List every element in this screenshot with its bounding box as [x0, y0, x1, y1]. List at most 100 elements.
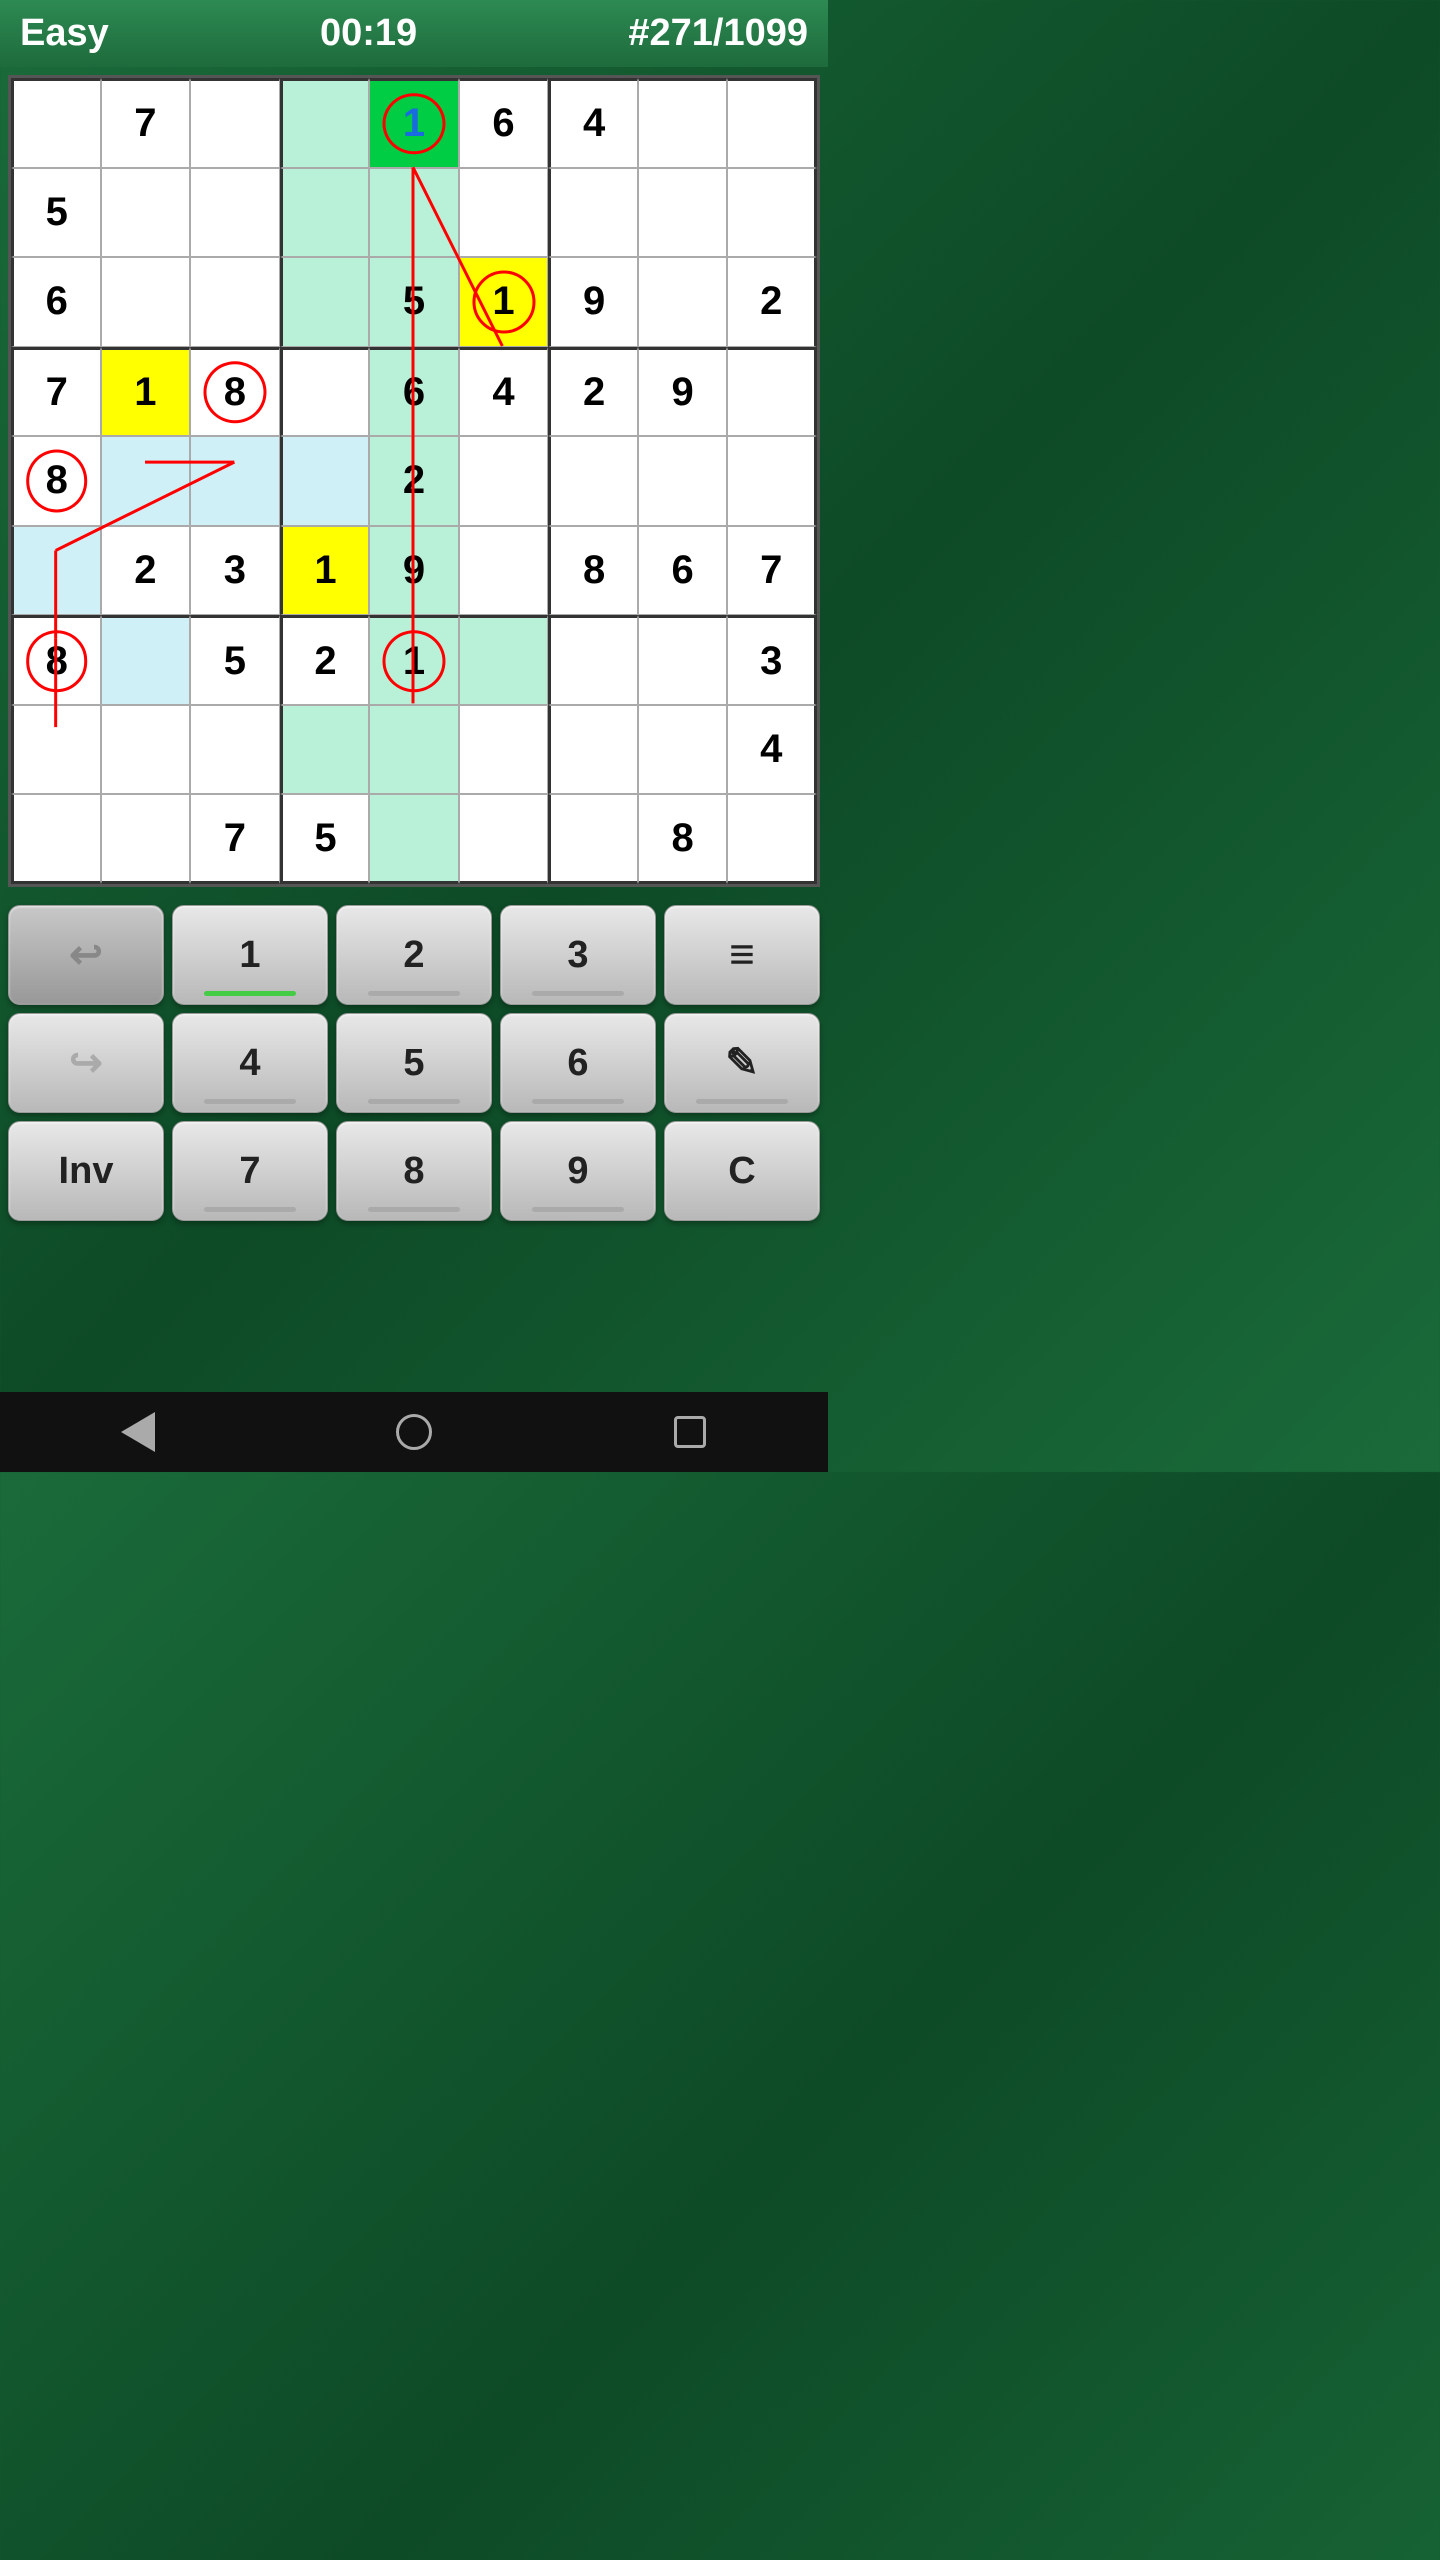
sudoku-cell[interactable] — [11, 78, 101, 168]
sudoku-cell[interactable] — [190, 436, 280, 526]
back-button[interactable] — [108, 1412, 168, 1452]
sudoku-cell[interactable] — [638, 705, 728, 795]
sudoku-cell[interactable] — [548, 168, 638, 258]
sudoku-cell[interactable] — [548, 436, 638, 526]
home-button[interactable] — [384, 1412, 444, 1452]
sudoku-cell[interactable]: 8 — [11, 615, 101, 705]
sudoku-cell[interactable] — [638, 436, 728, 526]
sudoku-cell[interactable] — [727, 168, 817, 258]
sudoku-cell[interactable] — [459, 705, 549, 795]
sudoku-cell[interactable]: 2 — [548, 347, 638, 437]
sudoku-cell[interactable]: 8 — [11, 436, 101, 526]
sudoku-cell[interactable] — [459, 526, 549, 616]
sudoku-cell[interactable]: 2 — [101, 526, 191, 616]
sudoku-cell[interactable] — [548, 705, 638, 795]
sudoku-cell[interactable] — [638, 615, 728, 705]
sudoku-cell[interactable]: 9 — [548, 257, 638, 347]
sudoku-cell[interactable] — [190, 168, 280, 258]
sudoku-cell[interactable] — [459, 168, 549, 258]
sudoku-cell[interactable] — [190, 78, 280, 168]
sudoku-cell[interactable] — [638, 168, 728, 258]
redo-button[interactable] — [8, 1013, 164, 1113]
sudoku-cell[interactable] — [459, 794, 549, 884]
sudoku-cell[interactable] — [459, 615, 549, 705]
num-4-button[interactable]: 4 — [172, 1013, 328, 1113]
sudoku-cell[interactable]: 9 — [638, 347, 728, 437]
sudoku-cell[interactable]: 5 — [11, 168, 101, 258]
clear-button[interactable]: C — [664, 1121, 820, 1221]
sudoku-cell[interactable] — [101, 705, 191, 795]
sudoku-cell[interactable] — [369, 705, 459, 795]
sudoku-cell[interactable]: 2 — [727, 257, 817, 347]
sudoku-cell[interactable]: 3 — [190, 526, 280, 616]
sudoku-cell[interactable] — [101, 794, 191, 884]
sudoku-cell[interactable] — [101, 257, 191, 347]
sudoku-cell[interactable]: 4 — [727, 705, 817, 795]
sudoku-cell[interactable]: 4 — [459, 347, 549, 437]
sudoku-cell[interactable] — [280, 257, 370, 347]
sudoku-cell[interactable] — [369, 168, 459, 258]
sudoku-cell[interactable] — [280, 78, 370, 168]
sudoku-cell[interactable] — [459, 436, 549, 526]
num-5-button[interactable]: 5 — [336, 1013, 492, 1113]
sudoku-cell[interactable]: 5 — [369, 257, 459, 347]
sudoku-cell[interactable] — [280, 705, 370, 795]
sudoku-cell[interactable]: 8 — [638, 794, 728, 884]
sudoku-cell[interactable]: 3 — [727, 615, 817, 705]
sudoku-cell[interactable] — [11, 526, 101, 616]
undo-button[interactable] — [8, 905, 164, 1005]
num-2-button[interactable]: 2 — [336, 905, 492, 1005]
sudoku-cell[interactable]: 7 — [190, 794, 280, 884]
sudoku-cell[interactable] — [280, 347, 370, 437]
num-7-button[interactable]: 7 — [172, 1121, 328, 1221]
sudoku-cell[interactable]: 5 — [190, 615, 280, 705]
num-9-button[interactable]: 9 — [500, 1121, 656, 1221]
sudoku-cell[interactable] — [369, 794, 459, 884]
sudoku-cell[interactable] — [190, 705, 280, 795]
inv-button[interactable]: Inv — [8, 1121, 164, 1221]
sudoku-cell[interactable] — [101, 436, 191, 526]
num-6-button[interactable]: 6 — [500, 1013, 656, 1113]
num-8-button[interactable]: 8 — [336, 1121, 492, 1221]
recents-button[interactable] — [660, 1412, 720, 1452]
sudoku-cell[interactable] — [727, 436, 817, 526]
sudoku-cell[interactable]: 2 — [369, 436, 459, 526]
sudoku-cell[interactable] — [280, 168, 370, 258]
sudoku-cell[interactable]: 1 — [459, 257, 549, 347]
sudoku-cell[interactable] — [548, 794, 638, 884]
sudoku-cell[interactable] — [101, 615, 191, 705]
sudoku-cell[interactable]: 6 — [11, 257, 101, 347]
sudoku-cell[interactable]: 6 — [369, 347, 459, 437]
sudoku-cell[interactable] — [11, 794, 101, 884]
sudoku-cell[interactable] — [727, 78, 817, 168]
sudoku-cell[interactable] — [101, 168, 191, 258]
sudoku-cell[interactable]: 9 — [369, 526, 459, 616]
sudoku-cell[interactable]: 8 — [190, 347, 280, 437]
sudoku-cell[interactable]: 1 — [369, 615, 459, 705]
sudoku-cells[interactable]: 71645651927186429822319867852134758 — [11, 78, 817, 884]
pencil-button[interactable] — [664, 1013, 820, 1113]
sudoku-cell[interactable]: 2 — [280, 615, 370, 705]
sudoku-cell[interactable] — [548, 615, 638, 705]
sudoku-cell[interactable] — [727, 794, 817, 884]
sudoku-cell[interactable] — [727, 347, 817, 437]
sudoku-cell[interactable]: 7 — [727, 526, 817, 616]
sudoku-cell[interactable]: 1 — [280, 526, 370, 616]
num-1-button[interactable]: 1 — [172, 905, 328, 1005]
sudoku-cell[interactable]: 6 — [638, 526, 728, 616]
sudoku-cell[interactable]: 4 — [548, 78, 638, 168]
sudoku-cell[interactable]: 1 — [369, 78, 459, 168]
sudoku-cell[interactable] — [190, 257, 280, 347]
sudoku-cell[interactable]: 5 — [280, 794, 370, 884]
sudoku-cell[interactable]: 1 — [101, 347, 191, 437]
sudoku-cell[interactable]: 8 — [548, 526, 638, 616]
menu-button[interactable] — [664, 905, 820, 1005]
sudoku-cell[interactable] — [280, 436, 370, 526]
sudoku-cell[interactable] — [11, 705, 101, 795]
num-3-button[interactable]: 3 — [500, 905, 656, 1005]
sudoku-cell[interactable]: 7 — [101, 78, 191, 168]
sudoku-cell[interactable] — [638, 257, 728, 347]
sudoku-cell[interactable] — [638, 78, 728, 168]
sudoku-cell[interactable]: 7 — [11, 347, 101, 437]
sudoku-cell[interactable]: 6 — [459, 78, 549, 168]
